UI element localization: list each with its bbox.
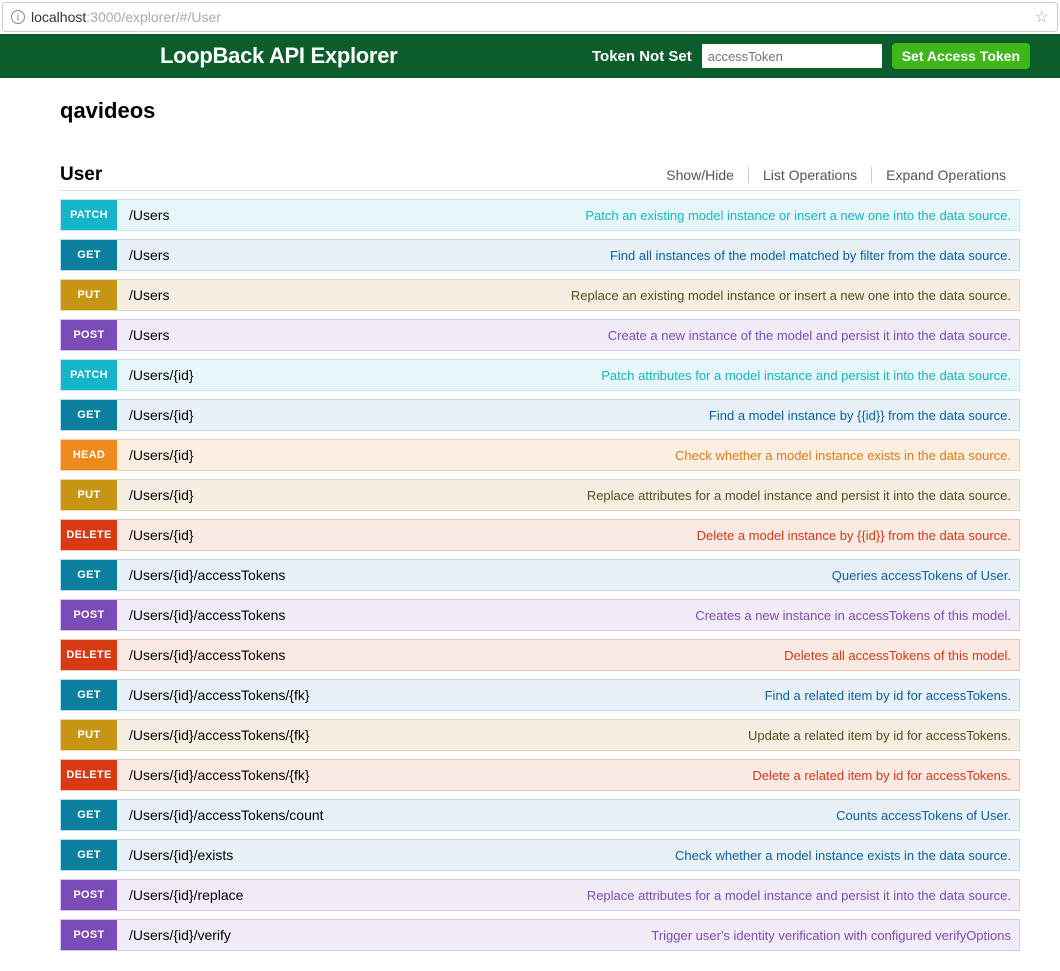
operation-path: /Users/{id} xyxy=(117,487,194,503)
operation-row[interactable]: DELETE/Users/{id}/accessTokens Deletes al… xyxy=(60,639,1020,671)
operation-path: /Users/{id} xyxy=(117,407,194,423)
operation-row[interactable]: POST/Users/{id}/replace Replace attribute… xyxy=(60,879,1020,911)
http-verb-badge: PATCH xyxy=(61,200,117,230)
operation-path: /Users/{id}/accessTokens xyxy=(117,607,285,623)
browser-address-bar[interactable]: i localhost:3000/explorer/#/User ☆ xyxy=(2,2,1058,32)
operation-description: Delete a related item by id for accessTo… xyxy=(752,768,1019,783)
operation-path: /Users/{id}/accessTokens xyxy=(117,567,285,583)
access-token-input[interactable] xyxy=(702,44,882,68)
operation-description: Find all instances of the model matched … xyxy=(610,248,1019,263)
http-verb-badge: PUT xyxy=(61,280,117,310)
operation-path: /Users/{id}/accessTokens/{fk} xyxy=(117,687,310,703)
operation-description: Patch an existing model instance or inse… xyxy=(585,208,1019,223)
operation-description: Delete a model instance by {{id}} from t… xyxy=(697,528,1019,543)
operation-description: Replace attributes for a model instance … xyxy=(587,488,1019,503)
operation-path: /Users/{id}/accessTokens xyxy=(117,647,285,663)
http-verb-badge: POST xyxy=(61,880,117,910)
http-verb-badge: GET xyxy=(61,400,117,430)
operation-row[interactable]: DELETE/Users/{id}/accessTokens/{fk} Delet… xyxy=(60,759,1020,791)
operation-description: Update a related item by id for accessTo… xyxy=(748,728,1019,743)
set-access-token-button[interactable]: Set Access Token xyxy=(892,43,1030,69)
operation-path: /Users/{id} xyxy=(117,527,194,543)
token-status-label: Token Not Set xyxy=(592,48,692,65)
operation-path: /Users/{id}/verify xyxy=(117,927,231,943)
http-verb-badge: HEAD xyxy=(61,440,117,470)
operation-path: /Users xyxy=(117,247,169,263)
operation-row[interactable]: POST/Users/{id}/accessTokens Creates a ne… xyxy=(60,599,1020,631)
operation-path: /Users/{id}/accessTokens/{fk} xyxy=(117,767,310,783)
operation-path: /Users/{id}/accessTokens/count xyxy=(117,807,324,823)
operation-path: /Users xyxy=(117,287,169,303)
resource-header: User Show/Hide List Operations Expand Op… xyxy=(60,164,1020,191)
operation-row[interactable]: PATCH/Users/{id} Patch attributes for a m… xyxy=(60,359,1020,391)
operation-row[interactable]: PATCH/Users Patch an existing model insta… xyxy=(60,199,1020,231)
operation-path: /Users/{id}/replace xyxy=(117,887,243,903)
main-content: qavideos User Show/Hide List Operations … xyxy=(0,78,1060,971)
operation-description: Trigger user's identity verification wit… xyxy=(651,928,1019,943)
operation-path: /Users xyxy=(117,327,169,343)
operation-description: Creates a new instance in accessTokens o… xyxy=(695,608,1019,623)
http-verb-badge: GET xyxy=(61,680,117,710)
operation-path: /Users/{id}/accessTokens/{fk} xyxy=(117,727,310,743)
http-verb-badge: PATCH xyxy=(61,360,117,390)
operation-description: Check whether a model instance exists in… xyxy=(675,848,1019,863)
show-hide-link[interactable]: Show/Hide xyxy=(652,167,748,183)
operation-row[interactable]: HEAD/Users/{id} Check whether a model ins… xyxy=(60,439,1020,471)
http-verb-badge: GET xyxy=(61,840,117,870)
http-verb-badge: GET xyxy=(61,240,117,270)
operation-path: /Users xyxy=(117,207,169,223)
operation-path: /Users/{id} xyxy=(117,447,194,463)
http-verb-badge: DELETE xyxy=(61,520,117,550)
operation-path: /Users/{id} xyxy=(117,367,194,383)
operation-description: Deletes all accessTokens of this model. xyxy=(784,648,1019,663)
info-icon: i xyxy=(11,10,25,24)
http-verb-badge: GET xyxy=(61,800,117,830)
operation-row[interactable]: GET/Users/{id}/exists Check whether a mod… xyxy=(60,839,1020,871)
operation-description: Queries accessTokens of User. xyxy=(832,568,1019,583)
operation-description: Patch attributes for a model instance an… xyxy=(601,368,1019,383)
operations-list: PATCH/Users Patch an existing model insta… xyxy=(60,199,1020,951)
url-rest: :3000/explorer/#/User xyxy=(86,9,221,25)
http-verb-badge: DELETE xyxy=(61,760,117,790)
operation-row[interactable]: PUT/Users Replace an existing model insta… xyxy=(60,279,1020,311)
operation-description: Create a new instance of the model and p… xyxy=(608,328,1019,343)
operation-row[interactable]: GET/Users/{id} Find a model instance by {… xyxy=(60,399,1020,431)
expand-operations-link[interactable]: Expand Operations xyxy=(872,167,1020,183)
operation-row[interactable]: GET/Users Find all instances of the model… xyxy=(60,239,1020,271)
operation-description: Replace an existing model instance or in… xyxy=(571,288,1019,303)
operation-row[interactable]: POST/Users Create a new instance of the m… xyxy=(60,319,1020,351)
http-verb-badge: POST xyxy=(61,600,117,630)
http-verb-badge: PUT xyxy=(61,720,117,750)
app-title: LoopBack API Explorer xyxy=(160,43,397,69)
operation-row[interactable]: PUT/Users/{id} Replace attributes for a m… xyxy=(60,479,1020,511)
list-operations-link[interactable]: List Operations xyxy=(749,167,871,183)
http-verb-badge: GET xyxy=(61,560,117,590)
operation-description: Find a model instance by {{id}} from the… xyxy=(709,408,1019,423)
operation-row[interactable]: DELETE/Users/{id} Delete a model instance… xyxy=(60,519,1020,551)
operation-row[interactable]: PUT/Users/{id}/accessTokens/{fk} Update a… xyxy=(60,719,1020,751)
resource-name[interactable]: User xyxy=(60,164,102,186)
operation-row[interactable]: GET/Users/{id}/accessTokens/count Counts … xyxy=(60,799,1020,831)
http-verb-badge: PUT xyxy=(61,480,117,510)
bookmark-star-icon[interactable]: ☆ xyxy=(1035,7,1049,27)
operation-description: Find a related item by id for accessToke… xyxy=(765,688,1019,703)
operation-row[interactable]: POST/Users/{id}/verifyTrigger user's ide… xyxy=(60,919,1020,951)
operation-description: Check whether a model instance exists in… xyxy=(675,448,1019,463)
operation-description: Replace attributes for a model instance … xyxy=(587,888,1019,903)
operation-path: /Users/{id}/exists xyxy=(117,847,233,863)
url-host: localhost xyxy=(31,9,86,25)
operation-description: Counts accessTokens of User. xyxy=(836,808,1019,823)
api-title: qavideos xyxy=(60,98,1020,124)
header-right: Token Not Set Set Access Token xyxy=(592,43,1030,69)
http-verb-badge: POST xyxy=(61,320,117,350)
app-header: LoopBack API Explorer Token Not Set Set … xyxy=(0,34,1060,78)
resource-ops: Show/Hide List Operations Expand Operati… xyxy=(652,167,1020,183)
operation-row[interactable]: GET/Users/{id}/accessTokens/{fk} Find a r… xyxy=(60,679,1020,711)
operation-row[interactable]: GET/Users/{id}/accessTokens Queries acces… xyxy=(60,559,1020,591)
http-verb-badge: DELETE xyxy=(61,640,117,670)
